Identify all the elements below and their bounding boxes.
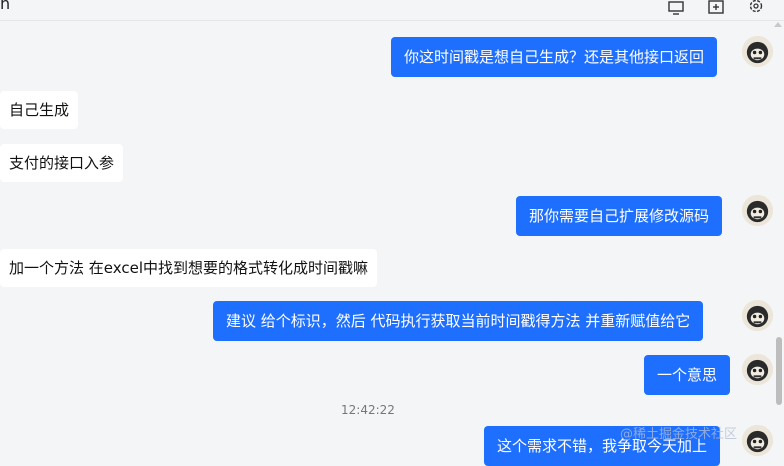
scrollbar-thumb[interactable] <box>776 337 782 405</box>
message-bubble-outgoing[interactable]: 建议 给个标识，然后 代码执行获取当前时间戳得方法 并重新赋值给它 <box>213 301 704 341</box>
message-text: 加一个方法 在excel中找到想要的格式转化成时间戳嘛 <box>9 259 368 277</box>
avatar[interactable] <box>742 425 773 456</box>
message-text: 自己生成 <box>9 101 70 119</box>
message-text: 那你需要自己扩展修改源码 <box>529 207 710 225</box>
chat-title: n <box>0 0 11 13</box>
watermark: @稀土掘金技术社区 <box>620 427 738 442</box>
message-bubble-incoming[interactable]: 自己生成 <box>0 91 79 129</box>
avatar[interactable] <box>742 36 773 67</box>
monitor-icon[interactable] <box>667 0 685 16</box>
add-window-icon[interactable] <box>707 0 725 16</box>
message-bubble-outgoing[interactable]: 一个意思 <box>644 355 731 395</box>
avatar[interactable] <box>742 354 773 385</box>
avatar[interactable] <box>742 300 773 331</box>
message-text: 建议 给个标识，然后 代码执行获取当前时间戳得方法 并重新赋值给它 <box>226 312 691 330</box>
message-text: 你这时间戳是想自己生成？还是其他接口返回 <box>404 48 705 66</box>
message-bubble-outgoing[interactable]: 你这时间戳是想自己生成？还是其他接口返回 <box>391 37 718 77</box>
message-bubble-incoming[interactable]: 支付的接口入参 <box>0 144 124 182</box>
message-bubble-incoming[interactable]: 加一个方法 在excel中找到想要的格式转化成时间戳嘛 <box>0 249 377 287</box>
chat-header: n <box>0 0 784 21</box>
message-text: 支付的接口入参 <box>9 154 115 172</box>
avatar[interactable] <box>742 195 773 226</box>
settings-icon[interactable] <box>747 0 765 16</box>
message-text: 一个意思 <box>657 366 718 384</box>
message-bubble-outgoing[interactable]: 那你需要自己扩展修改源码 <box>516 196 723 236</box>
message-timestamp: 12:42:22 <box>341 403 395 417</box>
